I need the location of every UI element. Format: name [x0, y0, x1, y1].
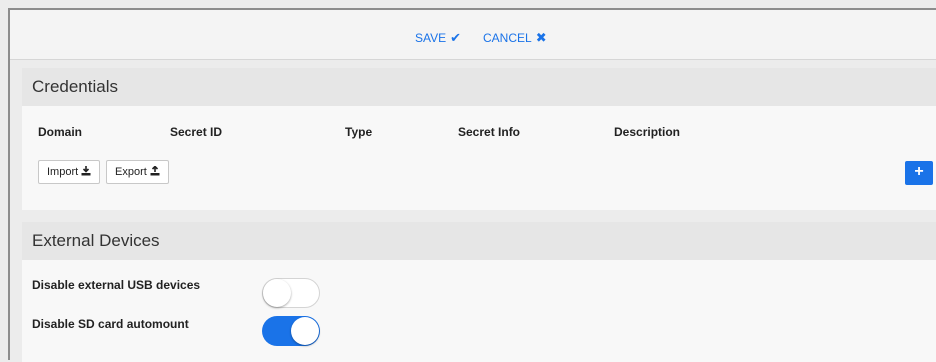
- export-label: Export: [115, 166, 147, 178]
- import-icon: [81, 166, 91, 178]
- import-label: Import: [47, 166, 79, 178]
- usb-devices-toggle[interactable]: [262, 278, 320, 308]
- export-icon: [150, 165, 160, 178]
- external-devices-title: External Devices: [22, 222, 936, 260]
- checkmark-icon: ✔: [450, 30, 462, 45]
- sd-card-automount-toggle[interactable]: [262, 316, 320, 346]
- cancel-label: CANCEL: [483, 31, 532, 45]
- toggle-knob: [291, 317, 319, 345]
- column-header-secret-id: Secret ID: [170, 125, 223, 139]
- column-header-type: Type: [345, 125, 373, 139]
- credentials-title: Credentials: [22, 68, 936, 106]
- external-devices-section: External Devices Disable external USB de…: [22, 222, 936, 362]
- save-label: SAVE: [415, 31, 447, 45]
- add-credential-button[interactable]: +: [905, 161, 933, 185]
- column-header-description: Description: [614, 125, 681, 139]
- sd-card-setting-label: Disable SD card automount: [32, 317, 189, 331]
- column-header-domain: Domain: [38, 125, 83, 139]
- close-icon: ✖: [535, 30, 547, 45]
- import-button[interactable]: Import: [38, 160, 101, 184]
- cancel-button[interactable]: CANCEL ✖: [483, 28, 547, 48]
- column-header-secret-info: Secret Info: [458, 125, 521, 139]
- toggle-knob: [263, 279, 291, 307]
- action-bar: SAVE ✔ CANCEL ✖: [10, 10, 936, 60]
- save-button[interactable]: SAVE ✔: [415, 28, 461, 48]
- credentials-section: Credentials Domain Secret ID Type Secret…: [22, 68, 936, 210]
- export-button[interactable]: Export: [106, 160, 169, 184]
- settings-panel: SAVE ✔ CANCEL ✖ Credentials Domain Secre…: [8, 8, 936, 362]
- usb-setting-label: Disable external USB devices: [32, 278, 201, 292]
